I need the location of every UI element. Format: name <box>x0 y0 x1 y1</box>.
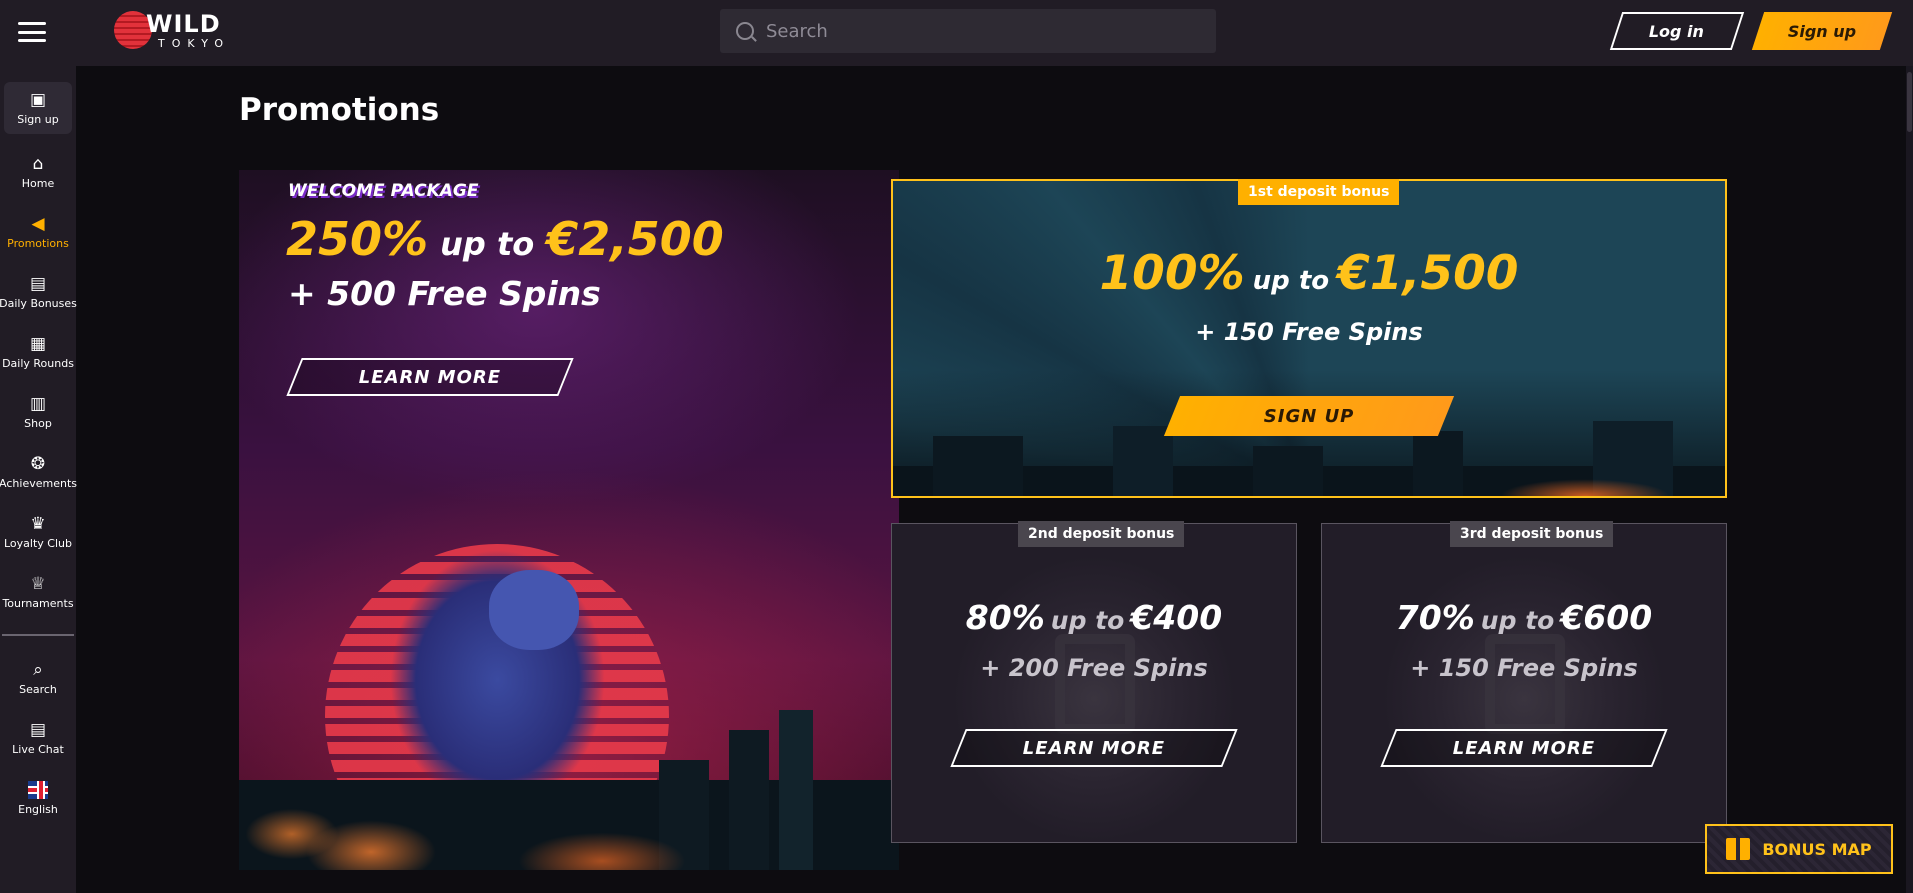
learn-more-label: LEARN MORE <box>1452 737 1596 759</box>
sidebar-item-label: Promotions <box>7 237 69 250</box>
signup-button[interactable]: Sign up <box>1751 12 1893 50</box>
third-deposit-offer: 70% up to €600 <box>1321 598 1727 637</box>
second-deposit-amount: €400 <box>1130 598 1223 637</box>
third-deposit-learn-more-button[interactable]: LEARN MORE <box>1380 729 1668 767</box>
sidebar-item-loyalty-club[interactable]: ♛ Loyalty Club <box>4 506 72 558</box>
chat-icon: ▤ <box>29 719 47 740</box>
foliage-image <box>1465 456 1705 496</box>
third-deposit-amount: €600 <box>1560 598 1653 637</box>
sidebar-item-language[interactable]: English <box>4 772 72 824</box>
second-deposit-learn-more-button[interactable]: LEARN MORE <box>950 729 1238 767</box>
scrollbar[interactable] <box>1906 66 1913 893</box>
sidebar-item-label: Achievements <box>0 477 77 490</box>
login-button-label: Log in <box>1649 21 1705 41</box>
welcome-package-label: WELCOME PACKAGE <box>288 181 479 201</box>
signup-label: SIGN UP <box>1263 405 1355 427</box>
sidebar: ▣ Sign up ⌂ Home ◀ Promotions ▤ Daily Bo… <box>0 66 77 893</box>
calendar-icon: ▦ <box>29 333 47 354</box>
sidebar-item-label: Live Chat <box>12 743 64 756</box>
scrollbar-thumb[interactable] <box>1907 72 1912 132</box>
sidebar-item-home[interactable]: ⌂ Home <box>4 146 72 198</box>
lock-chain-icon <box>1055 634 1135 734</box>
trophy-icon: ♕ <box>30 573 46 594</box>
first-deposit-upto: up to <box>1252 266 1330 296</box>
shop-icon: ▥ <box>29 393 47 414</box>
first-deposit-free-spins: + 150 Free Spins <box>1195 318 1423 346</box>
search-icon <box>736 22 754 40</box>
welcome-learn-more-button[interactable]: LEARN MORE <box>286 358 574 396</box>
third-deposit-upto: up to <box>1480 606 1555 635</box>
signup-icon: ▣ <box>29 89 47 110</box>
top-bar: WILD TOKYO Log in Sign up <box>0 0 1913 66</box>
second-deposit-free-spins: + 200 Free Spins <box>980 654 1208 682</box>
home-icon: ⌂ <box>32 153 44 174</box>
second-deposit-offer: 80% up to €400 <box>891 598 1297 637</box>
sidebar-item-promotions[interactable]: ◀ Promotions <box>4 206 72 258</box>
learn-more-label: LEARN MORE <box>358 366 502 388</box>
search-input[interactable] <box>766 20 1186 42</box>
second-deposit-percent: 80% <box>965 598 1045 637</box>
sidebar-divider <box>2 634 74 636</box>
welcome-amount: €2,500 <box>546 212 724 266</box>
second-deposit-tag: 2nd deposit bonus <box>1018 521 1185 547</box>
megaphone-icon: ◀ <box>31 213 45 234</box>
second-deposit-card <box>891 523 1297 843</box>
first-deposit-signup-button[interactable]: SIGN UP <box>1163 396 1455 436</box>
signup-button-label: Sign up <box>1787 21 1857 41</box>
sidebar-item-label: Search <box>19 683 57 696</box>
sidebar-item-label: Tournaments <box>2 597 74 610</box>
logo-text: WILD <box>146 9 221 38</box>
site-logo[interactable]: WILD TOKYO <box>114 11 230 49</box>
sidebar-item-tournaments[interactable]: ♕ Tournaments <box>2 566 74 618</box>
crown-icon: ♛ <box>30 513 46 534</box>
login-button[interactable]: Log in <box>1609 12 1745 50</box>
sidebar-item-live-chat[interactable]: ▤ Live Chat <box>4 712 72 764</box>
hamburger-menu-icon[interactable] <box>18 22 46 42</box>
second-deposit-upto: up to <box>1050 606 1125 635</box>
sidebar-item-label: Shop <box>24 417 52 430</box>
first-deposit-amount: €1,500 <box>1337 246 1519 301</box>
gift-icon: ▤ <box>29 273 47 294</box>
first-deposit-tag: 1st deposit bonus <box>1238 179 1400 205</box>
sidebar-item-daily-bonuses[interactable]: ▤ Daily Bonuses <box>0 266 77 318</box>
sidebar-item-label: Loyalty Club <box>4 537 72 550</box>
sidebar-item-label: Daily Rounds <box>2 357 74 370</box>
third-deposit-free-spins: + 150 Free Spins <box>1410 654 1638 682</box>
learn-more-label: LEARN MORE <box>1022 737 1166 759</box>
welcome-percent: 250% <box>286 212 429 266</box>
third-deposit-percent: 70% <box>1395 598 1475 637</box>
bonus-map-button[interactable]: BONUS MAP <box>1705 824 1893 874</box>
search-icon: ⌕ <box>33 659 43 680</box>
sidebar-item-achievements[interactable]: ❂ Achievements <box>0 446 77 498</box>
welcome-free-spins: + 500 Free Spins <box>288 274 601 313</box>
uk-flag-icon <box>28 781 48 799</box>
first-deposit-percent: 100% <box>1099 246 1245 301</box>
search-bar[interactable] <box>720 9 1216 53</box>
third-deposit-tag: 3rd deposit bonus <box>1450 521 1614 547</box>
foliage-image <box>239 780 899 870</box>
gift-icon <box>1726 838 1751 860</box>
sidebar-item-label: Sign up <box>17 113 59 126</box>
first-deposit-offer: 100% up to €1,500 <box>891 246 1727 301</box>
page-title: Promotions <box>239 92 440 128</box>
sidebar-item-daily-rounds[interactable]: ▦ Daily Rounds <box>2 326 74 378</box>
sidebar-item-label: English <box>18 803 58 816</box>
bonus-map-label: BONUS MAP <box>1762 839 1872 859</box>
sidebar-item-shop[interactable]: ▥ Shop <box>4 386 72 438</box>
logo-subtext: TOKYO <box>158 36 230 50</box>
sidebar-item-label: Home <box>21 177 55 190</box>
lock-chain-icon <box>1485 634 1565 734</box>
medal-icon: ❂ <box>30 453 46 474</box>
sidebar-item-search[interactable]: ⌕ Search <box>4 652 72 704</box>
welcome-upto: up to <box>440 225 535 263</box>
welcome-offer: 250% up to €2,500 <box>286 212 724 266</box>
sidebar-item-label: Daily Bonuses <box>0 297 77 310</box>
sidebar-item-sign-up[interactable]: ▣ Sign up <box>4 82 72 134</box>
third-deposit-card <box>1321 523 1727 843</box>
